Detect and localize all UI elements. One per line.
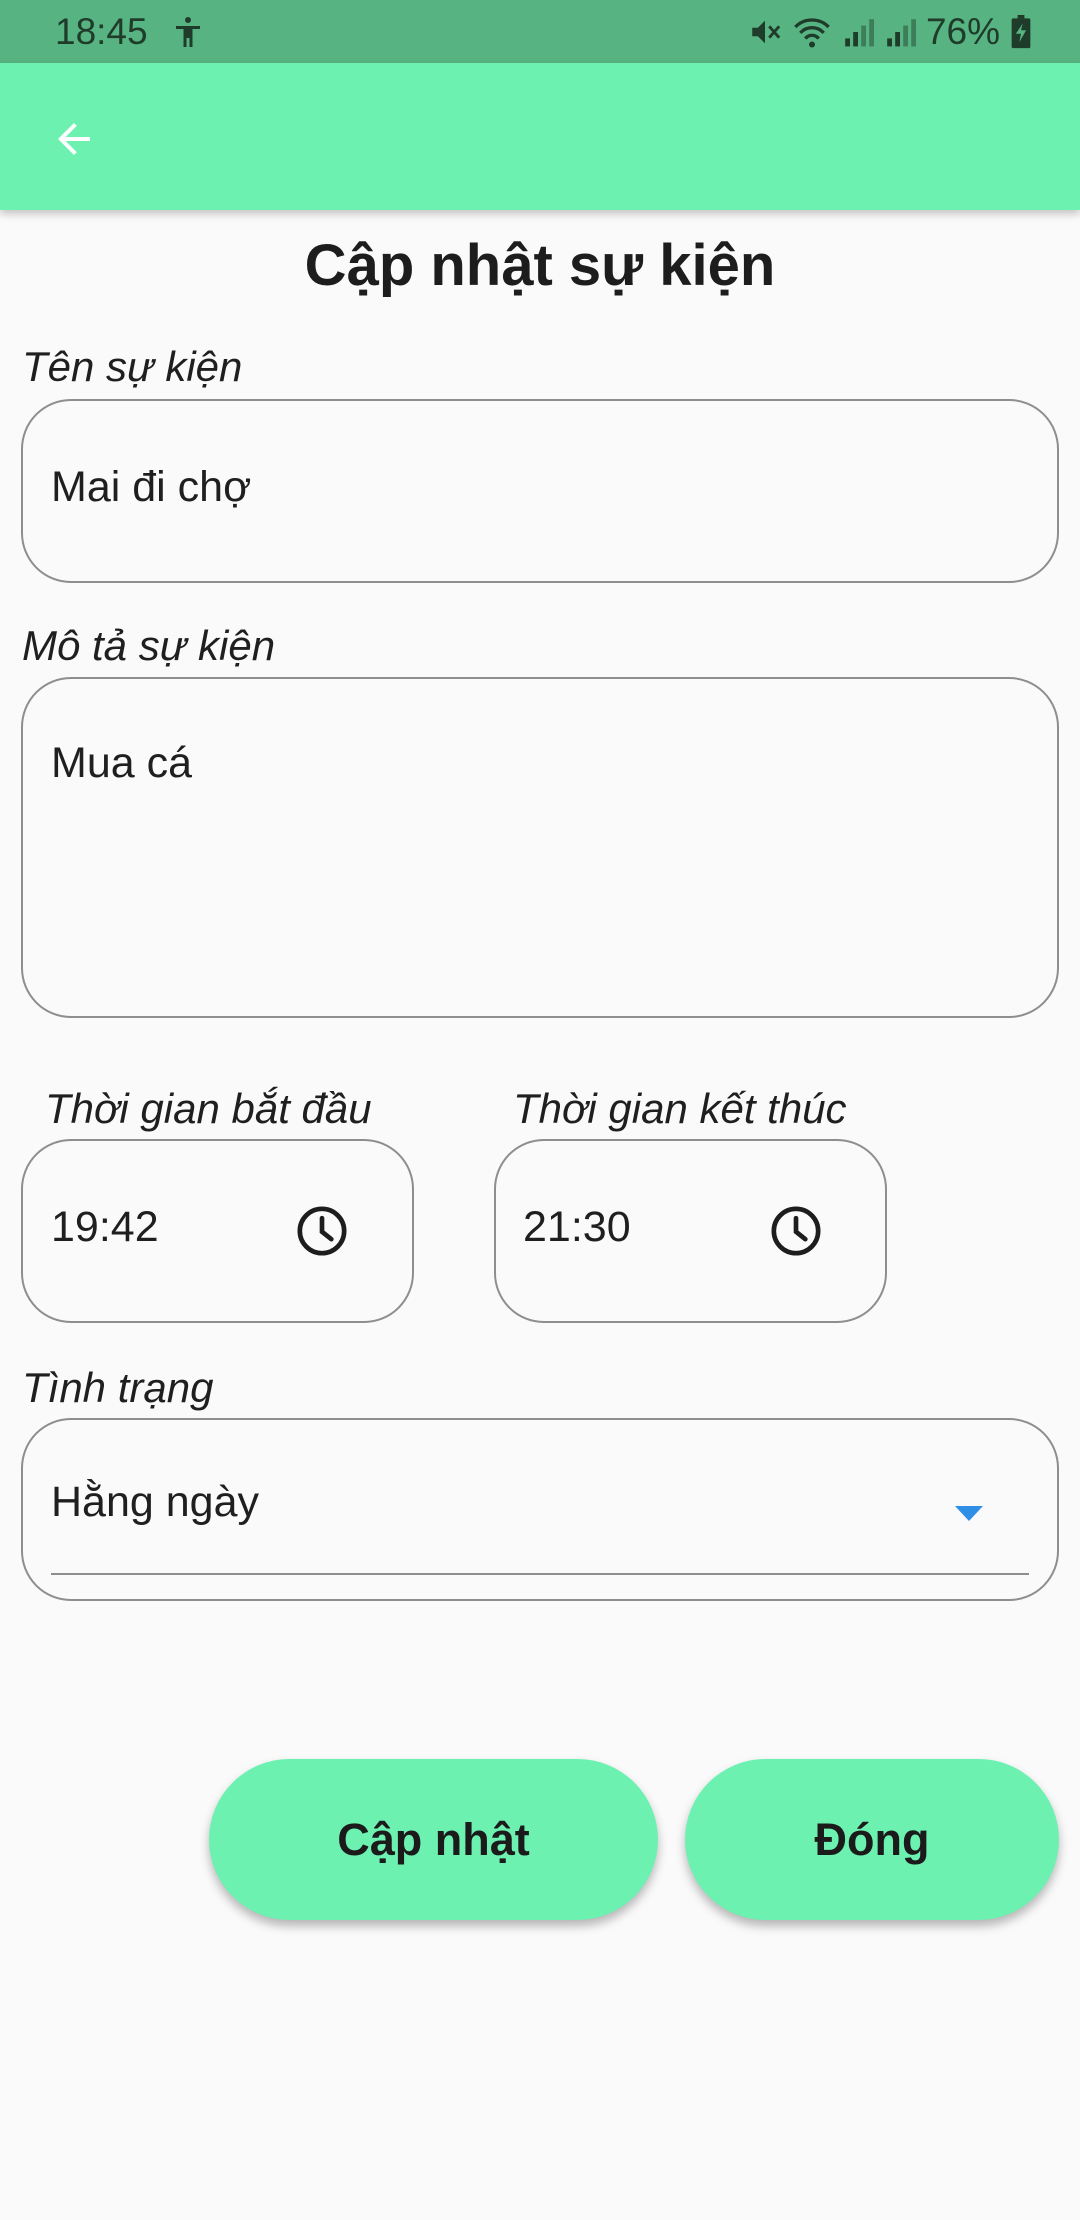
accessibility-icon [176, 17, 200, 47]
battery-percent: 76% [925, 11, 1000, 52]
end-time-label: Thời gian kết thúc [513, 1085, 847, 1132]
close-button[interactable]: Đóng [685, 1759, 1059, 1920]
start-time-value: 19:42 [51, 1203, 159, 1251]
wifi-icon [794, 18, 830, 48]
start-time-label: Thời gian bắt đầu [45, 1085, 372, 1132]
battery-charging-icon [1011, 15, 1031, 49]
status-label: Tình trạng [22, 1364, 214, 1411]
event-description-value: Mua cá [51, 739, 193, 787]
event-name-field[interactable]: Mai đi chợ [21, 399, 1059, 583]
event-description-field[interactable]: Mua cá [21, 677, 1059, 1018]
status-indicators: 76% [748, 10, 1032, 54]
start-time-field[interactable]: 19:42 [21, 1139, 414, 1323]
status-bar: 18:45 76% [0, 0, 1080, 63]
arrow-back-icon [58, 123, 90, 155]
event-description-label: Mô tả sự kiện [22, 622, 276, 669]
back-button[interactable] [38, 103, 110, 175]
dropdown-underline [51, 1573, 1029, 1575]
event-name-value: Mai đi chợ [51, 463, 252, 511]
event-name-label: Tên sự kiện [22, 343, 243, 390]
update-button[interactable]: Cập nhật [209, 1759, 658, 1920]
signal-icon-2 [887, 19, 916, 47]
status-time: 18:45 [55, 11, 148, 52]
mute-icon [752, 20, 781, 44]
page-title: Cập nhật sự kiện [304, 233, 776, 298]
status-dropdown[interactable]: Hằng ngày [21, 1418, 1059, 1601]
dropdown-arrow-icon[interactable] [955, 1506, 983, 1521]
signal-icon-1 [845, 19, 874, 47]
app-bar [0, 63, 1080, 210]
clock-icon[interactable] [768, 1203, 824, 1259]
end-time-field[interactable]: 21:30 [494, 1139, 887, 1323]
end-time-value: 21:30 [523, 1203, 631, 1251]
clock-icon[interactable] [294, 1203, 350, 1259]
status-selected-value: Hằng ngày [51, 1478, 259, 1526]
